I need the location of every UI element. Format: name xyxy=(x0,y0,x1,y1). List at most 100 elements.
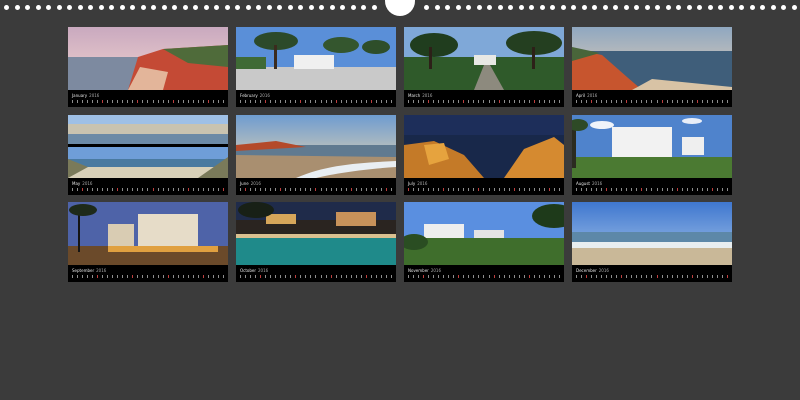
day-mark xyxy=(255,275,257,278)
day-mark xyxy=(275,188,277,191)
day-mark xyxy=(112,100,114,103)
month-photo xyxy=(404,115,564,178)
day-mark xyxy=(711,275,713,278)
month-label: May 2016 xyxy=(72,181,92,186)
day-mark xyxy=(453,275,455,278)
day-mark xyxy=(192,100,194,103)
month-photo xyxy=(572,27,732,90)
day-mark xyxy=(701,275,703,278)
day-mark xyxy=(275,275,277,278)
month-label: April 2016 xyxy=(576,93,597,98)
day-mark xyxy=(127,275,129,278)
day-mark xyxy=(137,100,139,103)
day-mark xyxy=(636,188,638,191)
day-mark xyxy=(157,100,159,103)
day-mark xyxy=(498,100,500,103)
day-mark xyxy=(453,188,455,191)
day-mark xyxy=(290,275,292,278)
day-mark xyxy=(375,188,377,191)
day-mark xyxy=(182,100,184,103)
day-mark xyxy=(360,100,362,103)
day-mark xyxy=(651,188,653,191)
day-mark xyxy=(255,188,257,191)
day-mark xyxy=(87,188,89,191)
day-mark xyxy=(696,100,698,103)
day-mark xyxy=(513,188,515,191)
day-mark xyxy=(558,188,560,191)
day-mark xyxy=(591,275,593,278)
day-mark xyxy=(212,275,214,278)
month-year: 2016 xyxy=(422,93,433,98)
day-mark xyxy=(240,188,241,191)
month-name: May xyxy=(72,181,81,186)
day-mark xyxy=(132,100,134,103)
day-mark xyxy=(202,188,204,191)
day-mark xyxy=(157,188,159,191)
day-mark xyxy=(240,100,241,103)
day-mark xyxy=(671,188,673,191)
day-mark xyxy=(82,188,84,191)
day-mark xyxy=(528,188,530,191)
day-mark xyxy=(408,100,409,103)
day-mark xyxy=(385,100,387,103)
day-mark xyxy=(305,188,307,191)
month-label: January 2016 xyxy=(72,93,99,98)
day-mark xyxy=(473,275,475,278)
month-label: October 2016 xyxy=(240,268,268,273)
day-mark xyxy=(596,275,598,278)
month-page-january: January 2016 xyxy=(68,27,228,107)
day-strip xyxy=(72,188,224,192)
day-mark xyxy=(646,100,648,103)
month-photo xyxy=(236,27,396,90)
day-mark xyxy=(493,188,495,191)
month-year: 2016 xyxy=(587,93,598,98)
month-label: September 2016 xyxy=(72,268,106,273)
day-mark xyxy=(280,100,282,103)
day-mark xyxy=(478,275,480,278)
day-mark xyxy=(147,100,149,103)
day-mark xyxy=(360,275,362,278)
day-mark xyxy=(162,275,164,278)
month-photo xyxy=(572,115,732,178)
month-name: January xyxy=(72,93,88,98)
day-mark xyxy=(478,188,480,191)
day-mark xyxy=(162,188,164,191)
day-mark xyxy=(478,100,480,103)
month-page-october: October 2016 xyxy=(236,202,396,282)
day-mark xyxy=(586,100,588,103)
day-mark xyxy=(260,100,262,103)
month-name: June xyxy=(240,181,249,186)
day-mark xyxy=(72,188,73,191)
day-mark xyxy=(260,275,262,278)
day-mark xyxy=(330,188,332,191)
day-strip xyxy=(576,100,728,104)
day-mark xyxy=(350,100,352,103)
day-mark xyxy=(596,100,598,103)
day-mark xyxy=(375,275,377,278)
day-mark xyxy=(345,100,347,103)
day-mark xyxy=(433,100,435,103)
day-mark xyxy=(518,100,520,103)
day-mark xyxy=(285,100,287,103)
day-mark xyxy=(270,275,272,278)
day-mark xyxy=(147,275,149,278)
day-mark xyxy=(528,100,530,103)
month-label: July 2016 xyxy=(408,181,427,186)
day-mark xyxy=(726,188,728,191)
day-strip xyxy=(576,188,728,192)
day-mark xyxy=(187,100,189,103)
day-mark xyxy=(305,275,307,278)
day-mark xyxy=(671,275,673,278)
day-mark xyxy=(518,188,520,191)
day-mark xyxy=(726,275,728,278)
day-mark xyxy=(355,100,357,103)
day-mark xyxy=(285,188,287,191)
day-mark xyxy=(548,100,550,103)
day-mark xyxy=(666,275,668,278)
month-page-august: August 2016 xyxy=(572,115,732,195)
day-mark xyxy=(82,100,84,103)
day-mark xyxy=(147,188,149,191)
month-name: March xyxy=(408,93,421,98)
day-mark xyxy=(197,275,199,278)
day-mark xyxy=(255,100,257,103)
